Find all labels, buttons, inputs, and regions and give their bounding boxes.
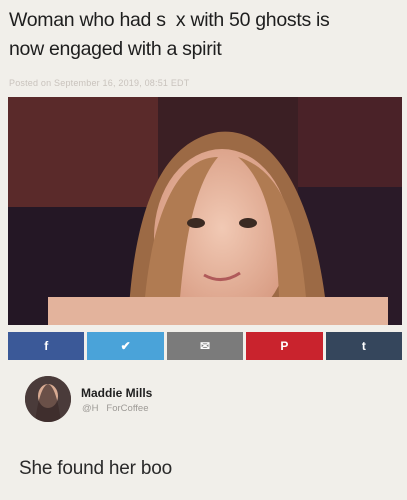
facebook-icon: f	[44, 339, 49, 353]
photo-illustration	[8, 97, 402, 325]
share-facebook-button[interactable]: f	[8, 332, 85, 360]
twitter-icon: ✔	[120, 339, 131, 353]
headline-line-1: Woman who had s x with 50 ghosts is	[9, 9, 330, 31]
article-photo	[8, 97, 402, 325]
share-buttons: f ✔ ✉ P t	[8, 332, 403, 360]
share-twitter-button[interactable]: ✔	[87, 332, 164, 360]
avatar-image	[25, 376, 71, 422]
tweet-text: She found her boo	[19, 458, 172, 479]
pinterest-icon: P	[280, 339, 289, 353]
headline-line-2: now engaged with a spirit	[9, 38, 222, 60]
share-pinterest-button[interactable]: P	[246, 332, 323, 360]
share-tumblr-button[interactable]: t	[325, 332, 403, 360]
email-icon: ✉	[199, 339, 211, 353]
tweet-author-handle[interactable]: @H ForCoffee	[82, 403, 149, 414]
tweet-author-name[interactable]: Maddie Mills	[81, 386, 152, 400]
tumblr-icon: t	[361, 339, 366, 353]
share-email-button[interactable]: ✉	[166, 332, 244, 360]
posted-date: Posted on September 16, 2019, 08:51 EDT	[9, 78, 190, 88]
avatar[interactable]	[25, 376, 71, 422]
article-headline: Woman who had s x with 50 ghosts is now …	[9, 6, 401, 64]
